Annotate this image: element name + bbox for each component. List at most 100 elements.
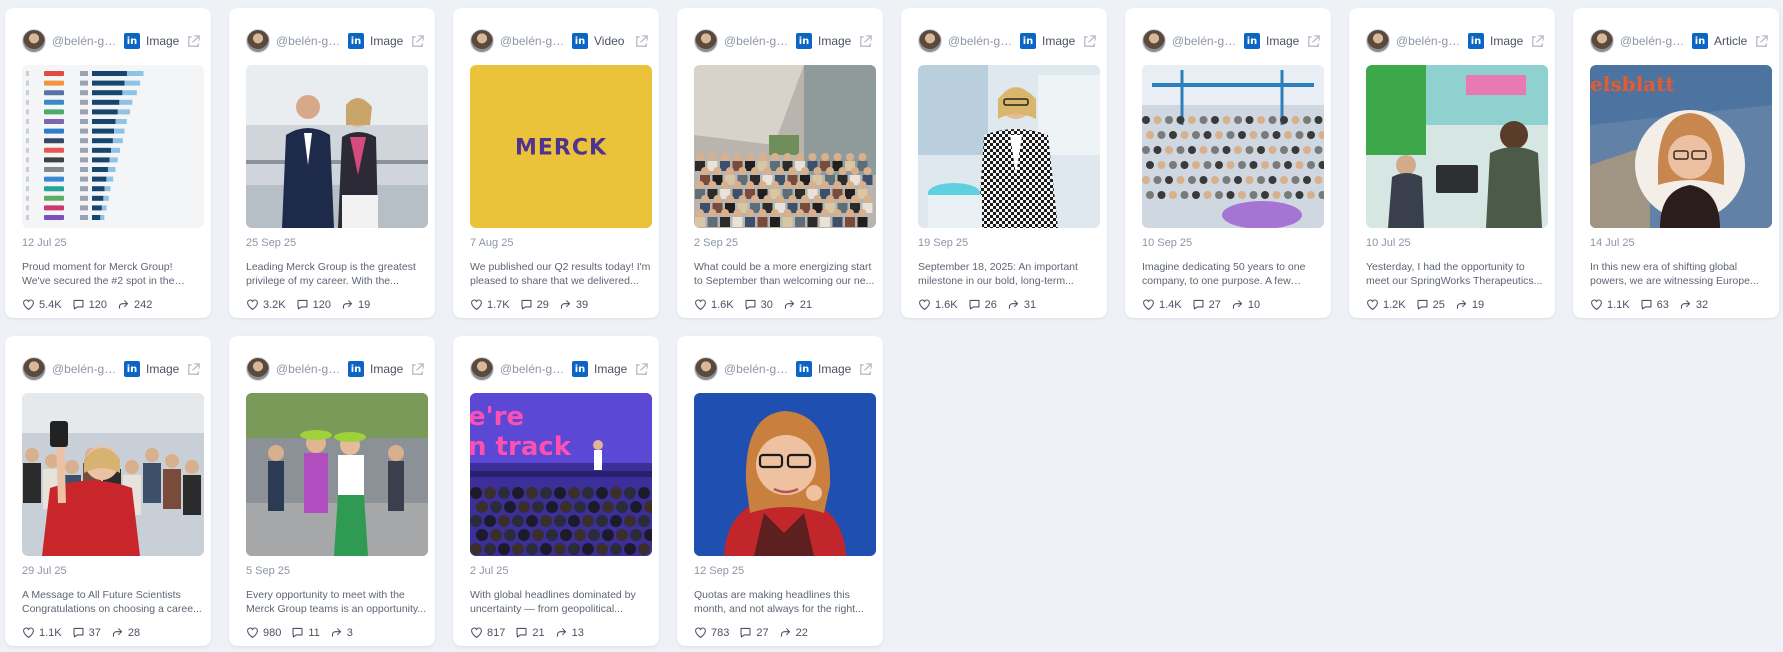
external-link-icon[interactable] bbox=[410, 34, 425, 49]
author-handle: @belén-gar... bbox=[52, 34, 120, 48]
post-date: 19 Sep 25 bbox=[918, 237, 969, 249]
comment-icon bbox=[515, 626, 532, 639]
post-header: @belén-gar... in Image bbox=[22, 356, 201, 382]
likes-stat: 980 bbox=[246, 626, 281, 639]
post-thumbnail[interactable] bbox=[22, 65, 204, 228]
post-card[interactable]: @belén-gar... in Image 5 Sep 25 Every op… bbox=[229, 336, 435, 646]
shares-stat: 19 bbox=[1455, 298, 1484, 311]
avatar bbox=[694, 357, 718, 381]
post-type-label: Image bbox=[1490, 34, 1524, 48]
post-thumbnail[interactable] bbox=[22, 393, 204, 556]
post-card[interactable]: @belén-gar... in Image 10 Jul 25 Yesterd… bbox=[1349, 8, 1555, 318]
avatar bbox=[246, 29, 270, 53]
post-card[interactable]: @belén-gar... in Article elsblatt 14 Jul… bbox=[1573, 8, 1779, 318]
post-stats: 1.1K 37 28 bbox=[22, 626, 150, 639]
post-thumbnail[interactable] bbox=[1366, 65, 1548, 228]
shares-stat: 39 bbox=[559, 298, 588, 311]
comments-count: 27 bbox=[756, 626, 769, 639]
post-excerpt: Quotas are making headlines this month, … bbox=[694, 589, 864, 615]
post-header: @belén-gar... in Image bbox=[1142, 28, 1321, 54]
external-link-icon[interactable] bbox=[1082, 34, 1097, 49]
author-handle: @belén-gar... bbox=[1172, 34, 1240, 48]
external-link-icon[interactable] bbox=[410, 362, 425, 377]
external-link-icon[interactable] bbox=[634, 34, 649, 49]
author-handle: @belén-gar... bbox=[724, 362, 792, 376]
thumbnail-image bbox=[1142, 65, 1324, 228]
external-link-icon[interactable] bbox=[1306, 34, 1321, 49]
post-card[interactable]: @belén-gar... in Image 12 Sep 25 Quotas … bbox=[677, 336, 883, 646]
comment-icon bbox=[296, 298, 313, 311]
comment-icon bbox=[72, 298, 89, 311]
post-card[interactable]: @belén-gar... in Image 29 Jul 25 A Messa… bbox=[5, 336, 211, 646]
comments-stat: 29 bbox=[520, 298, 549, 311]
post-excerpt: What could be a more energizing start to… bbox=[694, 261, 875, 287]
post-stats: 3.2K 120 19 bbox=[246, 298, 380, 311]
post-thumbnail[interactable] bbox=[1142, 65, 1324, 228]
linkedin-icon: in bbox=[1244, 33, 1260, 49]
linkedin-icon: in bbox=[1468, 33, 1484, 49]
post-card[interactable]: @belén-gar... in Image 25 Sep 25 Leading… bbox=[229, 8, 435, 318]
post-card[interactable]: @belén-gar... in Image 10 Sep 25 Imagine… bbox=[1125, 8, 1331, 318]
post-header: @belén-gar... in Image bbox=[22, 28, 201, 54]
likes-stat: 5.4K bbox=[22, 298, 62, 311]
avatar bbox=[22, 29, 46, 53]
likes-stat: 1.6K bbox=[918, 298, 958, 311]
likes-stat: 1.6K bbox=[694, 298, 734, 311]
likes-stat: 783 bbox=[694, 626, 729, 639]
post-stats: 1.6K 26 31 bbox=[918, 298, 1046, 311]
external-link-icon[interactable] bbox=[1754, 34, 1769, 49]
post-card[interactable]: @belén-gar... in Image e're n track 2 Ju… bbox=[453, 336, 659, 646]
external-link-icon[interactable] bbox=[634, 362, 649, 377]
linkedin-icon: in bbox=[348, 33, 364, 49]
likes-count: 1.4K bbox=[1159, 298, 1182, 311]
author-handle: @belén-gar... bbox=[52, 362, 120, 376]
post-card[interactable]: @belén-gar... in Image 12 Jul 25 Proud m… bbox=[5, 8, 211, 318]
post-date: 25 Sep 25 bbox=[246, 237, 297, 249]
post-excerpt: We published our Q2 results today! I'm p… bbox=[470, 261, 651, 287]
post-thumbnail[interactable]: MERCK bbox=[470, 65, 652, 228]
likes-stat: 1.1K bbox=[1590, 298, 1630, 311]
heart-icon bbox=[918, 298, 935, 311]
post-thumbnail[interactable]: elsblatt bbox=[1590, 65, 1772, 228]
post-header: @belén-gar... in Image bbox=[246, 28, 425, 54]
likes-stat: 1.7K bbox=[470, 298, 510, 311]
post-stats: 783 27 22 bbox=[694, 626, 818, 639]
comment-icon bbox=[1192, 298, 1209, 311]
shares-stat: 22 bbox=[779, 626, 808, 639]
share-icon bbox=[555, 626, 572, 639]
shares-stat: 3 bbox=[330, 626, 353, 639]
share-icon bbox=[111, 626, 128, 639]
svg-text:MERCK: MERCK bbox=[515, 136, 607, 161]
post-thumbnail[interactable] bbox=[694, 65, 876, 228]
post-thumbnail[interactable] bbox=[918, 65, 1100, 228]
post-thumbnail[interactable] bbox=[246, 65, 428, 228]
comments-count: 11 bbox=[308, 626, 320, 639]
post-card[interactable]: @belén-gar... in Image 2 Sep 25 What cou… bbox=[677, 8, 883, 318]
avatar bbox=[1142, 29, 1166, 53]
post-date: 12 Sep 25 bbox=[694, 565, 745, 577]
external-link-icon[interactable] bbox=[858, 34, 873, 49]
post-thumbnail[interactable] bbox=[246, 393, 428, 556]
post-card[interactable]: @belén-gar... in Image 19 Sep 25 Septemb… bbox=[901, 8, 1107, 318]
linkedin-icon: in bbox=[124, 361, 140, 377]
avatar bbox=[470, 29, 494, 53]
post-thumbnail[interactable] bbox=[694, 393, 876, 556]
linkedin-icon: in bbox=[572, 361, 588, 377]
external-link-icon[interactable] bbox=[858, 362, 873, 377]
comments-count: 63 bbox=[1656, 298, 1669, 311]
post-header: @belén-gar... in Image bbox=[694, 356, 873, 382]
external-link-icon[interactable] bbox=[1530, 34, 1545, 49]
external-link-icon[interactable] bbox=[186, 34, 201, 49]
post-stats: 817 21 13 bbox=[470, 626, 594, 639]
post-thumbnail[interactable]: e're n track bbox=[470, 393, 652, 556]
post-date: 2 Jul 25 bbox=[470, 565, 509, 577]
thumbnail-image bbox=[22, 65, 204, 228]
linkedin-icon: in bbox=[572, 33, 588, 49]
comments-count: 29 bbox=[536, 298, 549, 311]
svg-text:n track: n track bbox=[470, 432, 572, 462]
post-card[interactable]: @belén-gar... in Video MERCK 7 Aug 25 We… bbox=[453, 8, 659, 318]
post-type-label: Image bbox=[146, 34, 180, 48]
external-link-icon[interactable] bbox=[186, 362, 201, 377]
linkedin-icon: in bbox=[1020, 33, 1036, 49]
share-icon bbox=[559, 298, 576, 311]
